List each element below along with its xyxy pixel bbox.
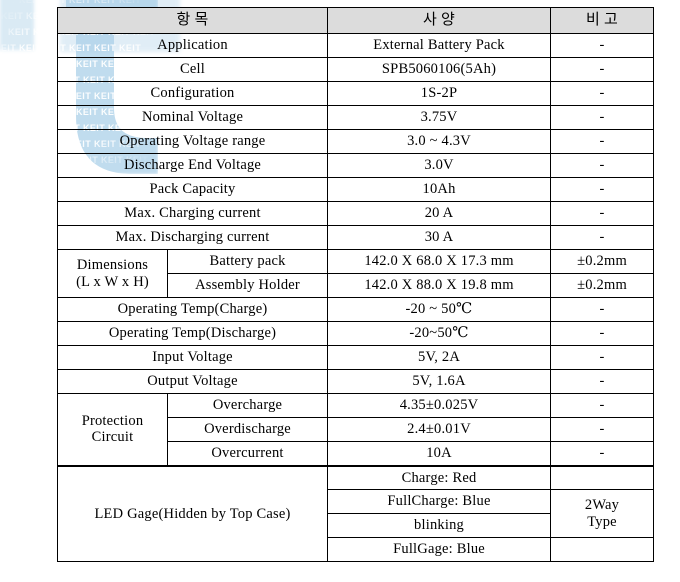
dimensions-sub-label: Battery pack [166,249,329,274]
row-spec: 5V, 2A [327,345,552,370]
specification-table-container: 항 목 사 양 비 고 Application External Battery… [56,7,655,562]
protection-remark: - [550,417,655,442]
table-row: Cell SPB5060106(5Ah) - [56,57,655,82]
watermark-slab [0,0,34,50]
row-spec: 3.0V [327,153,552,178]
row-label: Operating Voltage range [56,129,329,154]
table-row-overcharge: Protection Circuit Overcharge 4.35±0.025… [57,393,655,466]
row-spec: 20 A [327,201,552,226]
row-spec: SPB5060106(5Ah) [327,57,552,82]
table-row-dimensions-battery-pack: Dimensions (L x W x H) Battery pack 142.… [57,249,655,298]
led-spec-fullcharge: FullCharge: Blue [327,489,552,514]
header-remark: 비 고 [550,7,655,34]
row-label: Cell [56,57,329,82]
table-row: Nominal Voltage 3.75V - [56,105,655,130]
led-remark-spacer-bottom [550,537,655,562]
protection-sub-label: Overcharge [166,393,329,418]
row-label: Pack Capacity [56,177,329,202]
led-remark-spacer [550,464,655,490]
row-label: Max. Discharging current [56,225,329,250]
table-row: Max. Discharging current 30 A - [56,225,655,250]
protection-sub-label: Overdischarge [166,417,329,442]
table-row: Max. Charging current 20 A - [56,201,655,226]
protection-spec: 4.35±0.025V [327,393,552,418]
row-spec: -20 ~ 50℃ [327,297,552,322]
row-label: Input Voltage [56,345,329,370]
header-spec: 사 양 [327,7,552,34]
dimensions-label-line1: Dimensions [76,257,149,274]
row-spec: 1S-2P [327,81,552,106]
row-remark: - [550,153,655,178]
row-label: Application [56,33,329,58]
row-spec: 10Ah [327,177,552,202]
row-label: Nominal Voltage [56,105,329,130]
row-label: Configuration [56,81,329,106]
row-remark: - [550,297,655,322]
row-label: Operating Temp(Discharge) [56,321,329,346]
dimensions-spec: 142.0 X 68.0 X 17.3 mm [327,249,552,274]
row-spec: 3.75V [327,105,552,130]
row-remark: - [550,105,655,130]
led-spec-charge: Charge: Red [327,464,552,490]
row-spec: 30 A [327,225,552,250]
dimensions-group-label: Dimensions (L x W x H) [57,249,168,298]
row-spec: 5V, 1.6A [327,369,552,394]
led-spec-fullgage: FullGage: Blue [327,537,552,562]
protection-group-label: Protection Circuit [57,393,168,466]
row-remark: - [550,57,655,82]
dimensions-spec: 142.0 X 88.0 X 19.8 mm [327,273,552,298]
dimensions-sub-label: Assembly Holder [166,273,329,298]
header-item: 항 목 [56,7,329,34]
protection-label-line2: Circuit [91,429,134,446]
table-header-row: 항 목 사 양 비 고 [56,7,655,34]
row-label: Output Voltage [56,369,329,394]
table-row: Operating Temp(Discharge) -20~50℃ - [56,321,655,346]
row-remark: - [550,345,655,370]
dimensions-remark: ±0.2mm [550,273,655,298]
table-row-led-charge: LED Gage(Hidden by Top Case) Charge: Red [56,464,655,562]
protection-spec: 10A [327,441,552,466]
row-remark: - [550,177,655,202]
row-remark: - [550,369,655,394]
row-label: Operating Temp(Charge) [56,297,329,322]
dimensions-label-line2: (L x W x H) [76,273,149,290]
row-remark: - [550,33,655,58]
row-remark: - [550,321,655,346]
row-spec: External Battery Pack [327,33,552,58]
row-spec: -20~50℃ [327,321,552,346]
led-remark: 2Way Type [550,489,655,538]
table-row: Application External Battery Pack - [56,33,655,58]
table-row: Operating Temp(Charge) -20 ~ 50℃ - [56,297,655,322]
table-row: Operating Voltage range 3.0 ~ 4.3V - [56,129,655,154]
row-label: Max. Charging current [56,201,329,226]
protection-label-line1: Protection [81,413,144,430]
row-label: Discharge End Voltage [56,153,329,178]
dimensions-remark: ±0.2mm [550,249,655,274]
row-remark: - [550,129,655,154]
table-row: Discharge End Voltage 3.0V - [56,153,655,178]
led-spec-blinking: blinking [327,513,552,538]
specification-table: 항 목 사 양 비 고 Application External Battery… [56,7,655,562]
table-row: Configuration 1S-2P - [56,81,655,106]
led-remark-line1: 2Way [584,497,620,514]
table-row: Pack Capacity 10Ah - [56,177,655,202]
protection-remark: - [550,393,655,418]
table-row: Input Voltage 5V, 2A - [56,345,655,370]
row-remark: - [550,225,655,250]
row-spec: 3.0 ~ 4.3V [327,129,552,154]
table-row: Output Voltage 5V, 1.6A - [56,369,655,394]
led-remark-line2: Type [587,513,617,530]
protection-spec: 2.4±0.01V [327,417,552,442]
protection-remark: - [550,441,655,466]
protection-sub-label: Overcurrent [166,441,329,466]
row-remark: - [550,81,655,106]
row-remark: - [550,201,655,226]
led-gage-label: LED Gage(Hidden by Top Case) [56,464,329,562]
